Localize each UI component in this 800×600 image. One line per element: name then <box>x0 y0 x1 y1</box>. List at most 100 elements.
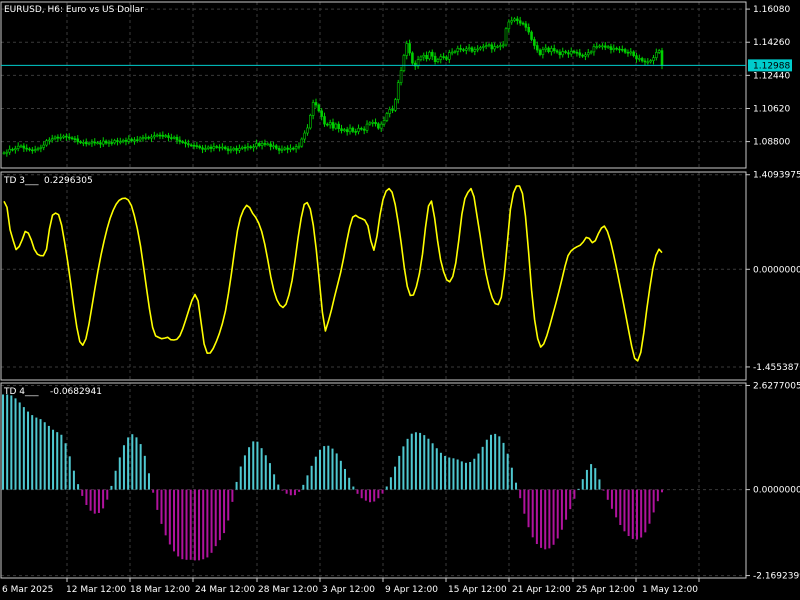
candle-body <box>649 60 652 63</box>
td4-bar <box>652 489 655 513</box>
y-tick-label: 0.0000000 <box>753 486 800 496</box>
y-tick-label: -1.4553876 <box>753 363 800 373</box>
td4-bar <box>506 453 509 490</box>
td4-bar <box>72 470 75 490</box>
candle-body <box>422 55 426 58</box>
td4-bar <box>369 489 372 503</box>
td4-bar <box>573 489 576 499</box>
current-price-label: 1.12988 <box>753 61 790 71</box>
td4-bar <box>631 489 634 539</box>
td4-bar <box>615 489 618 518</box>
candle-body <box>530 31 533 40</box>
candle-body <box>189 144 193 147</box>
candle-body <box>28 148 31 151</box>
candle-body <box>155 134 159 137</box>
candle-body <box>127 138 131 142</box>
td4-bar <box>464 462 467 490</box>
td4-bar <box>619 489 622 526</box>
td4-bar <box>22 407 25 490</box>
candle-body <box>660 50 664 66</box>
candle-body <box>184 141 187 144</box>
td4-bar <box>419 432 422 490</box>
candle-body <box>482 46 485 48</box>
td4-bar <box>118 457 121 490</box>
candle-body <box>564 51 567 53</box>
candle-body <box>623 49 627 53</box>
td4-bar <box>556 489 559 539</box>
td4-bar <box>585 469 588 490</box>
candle-body <box>141 137 145 139</box>
candle-body <box>238 148 241 151</box>
td4-bar <box>302 484 305 490</box>
candle-body <box>507 21 511 30</box>
td4-bar <box>661 489 663 493</box>
td4-bar <box>177 489 180 557</box>
td4-bar <box>43 422 46 490</box>
candle-body <box>90 141 94 144</box>
td4-bar <box>460 461 463 490</box>
candle-body <box>240 146 244 149</box>
candle-body <box>391 109 394 111</box>
td4-bar <box>264 455 267 490</box>
td4-bar <box>173 489 176 552</box>
td4-bar <box>394 466 397 490</box>
td4-bar <box>323 446 326 490</box>
candle-body <box>118 141 122 143</box>
candle-body <box>291 147 295 150</box>
td4-bar <box>502 442 505 490</box>
candle-body <box>8 148 11 153</box>
td4-bar <box>289 489 292 496</box>
candle-body <box>592 46 596 53</box>
td4-bar <box>510 467 513 490</box>
td4-bar <box>373 489 376 502</box>
candle-body <box>50 138 54 141</box>
td4-bar <box>235 481 238 490</box>
td4-bar <box>2 394 4 490</box>
x-tick-label: 6 Mar 2025 <box>2 585 53 595</box>
candle-body <box>516 18 519 22</box>
td4-bar <box>339 460 342 490</box>
td4-bar <box>231 489 234 502</box>
td4-bar <box>494 433 497 490</box>
candle-body <box>249 146 253 149</box>
x-tick-label: 28 Mar 12:00 <box>258 585 318 595</box>
candle-body <box>595 46 599 48</box>
candle-body <box>518 20 522 24</box>
candle-body <box>328 122 332 126</box>
candle-body <box>436 59 440 63</box>
td4-bar <box>97 489 100 513</box>
td4-bar <box>314 456 317 490</box>
candle-body <box>470 47 474 52</box>
candle-body <box>638 58 641 60</box>
td4-bar <box>102 489 105 509</box>
td4-bar <box>552 489 555 545</box>
td4-bar <box>344 468 347 490</box>
candle-body <box>175 136 179 141</box>
candle-body <box>161 134 165 137</box>
candle-body <box>164 135 167 137</box>
candle-body <box>87 142 91 145</box>
td4-bar <box>648 489 651 524</box>
td4-bar <box>85 489 88 505</box>
candle-body <box>371 122 375 124</box>
td4-bar <box>448 457 451 490</box>
candle-body <box>232 148 236 151</box>
candle-body <box>59 137 63 139</box>
candle-body <box>476 48 479 51</box>
td4-bar <box>243 455 246 490</box>
td4-bar <box>519 489 522 499</box>
candle-body <box>53 136 57 139</box>
td4-bar <box>310 465 313 490</box>
candle-body <box>65 135 68 138</box>
candle-body <box>317 104 321 112</box>
candle-body <box>572 51 576 53</box>
td4-bar <box>594 468 597 490</box>
y-tick-label: 1.10620 <box>753 104 790 114</box>
candle-body <box>221 146 224 149</box>
candle-body <box>544 47 548 50</box>
candle-body <box>490 44 494 50</box>
candle-body <box>300 138 304 147</box>
td4-bar <box>168 489 171 545</box>
candle-body <box>354 131 357 133</box>
td4-bar <box>627 489 630 537</box>
